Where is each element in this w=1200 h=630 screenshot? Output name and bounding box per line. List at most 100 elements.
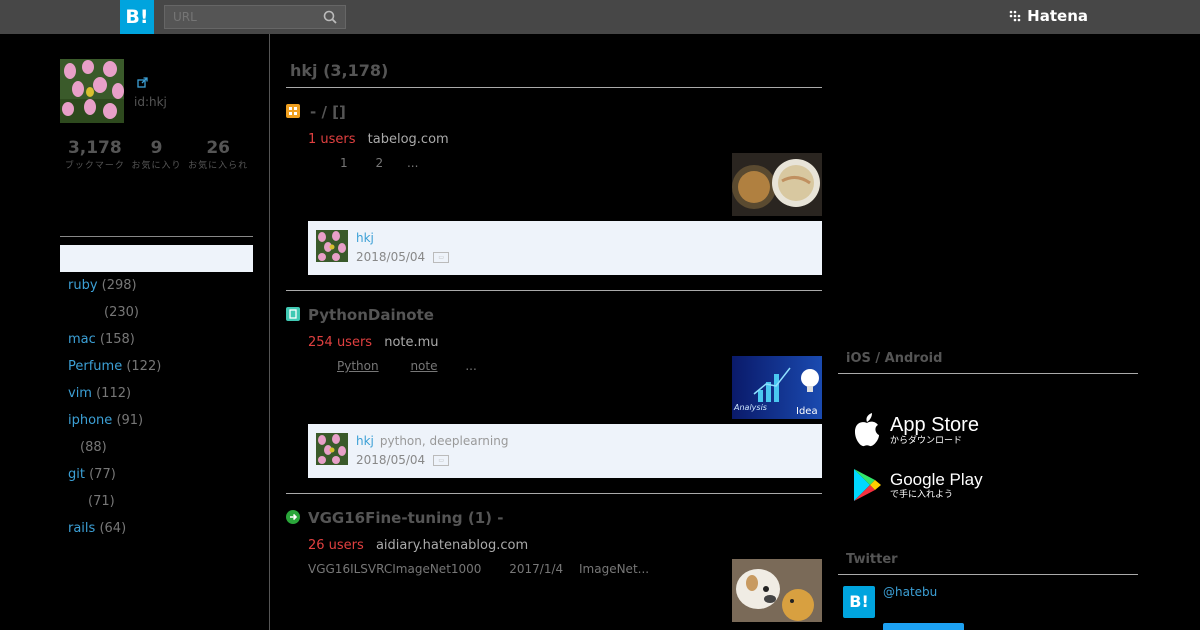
bookmark-image-icon[interactable]: ▭ (433, 454, 450, 466)
entry-users[interactable]: 1 users (308, 132, 356, 147)
stat-value: 26 (206, 138, 231, 158)
entry-title[interactable]: VGG16Fine-tuning (1) - (308, 509, 503, 527)
favicon-icon (286, 104, 300, 118)
entry-divider (286, 493, 822, 494)
desc-text: ... (465, 359, 477, 373)
tag-item[interactable]: rails (64) (68, 520, 161, 547)
user-avatar[interactable] (60, 59, 124, 123)
bookmark-user-link[interactable]: hkj (356, 434, 374, 448)
section-divider (838, 373, 1138, 374)
tag-item[interactable]: git (77) (68, 466, 161, 493)
tag-list: ruby (298) (230) mac (158) Perfume (122)… (68, 277, 161, 547)
entry-title[interactable]: PythonDainote (308, 306, 434, 324)
desc-text: ImageNet1000 (392, 562, 482, 576)
desc-keyword[interactable]: Python (337, 359, 379, 373)
twitter-avatar[interactable]: B! (843, 586, 875, 618)
desc-text: VGG16ILSVRC (308, 562, 393, 576)
stat-favorited-by[interactable]: 26 お気に入られ (187, 138, 249, 171)
search-input[interactable] (173, 10, 313, 24)
entry-meta: 26 users aidiary.hatenablog.com (308, 538, 528, 553)
tag-count: (230) (104, 305, 139, 320)
entry-domain[interactable]: note.mu (384, 335, 438, 350)
page-title: hkj (3,178) (290, 61, 389, 80)
bookmark-comment-box: hkj 2018/05/04 ▭ (308, 221, 822, 275)
tag-item[interactable]: vim (112) (68, 385, 161, 412)
tag-item[interactable]: (230) (68, 304, 161, 331)
hatena-bookmark-logo[interactable]: B! (120, 0, 154, 34)
external-link-icon[interactable] (137, 77, 148, 88)
sidebar-divider (60, 236, 253, 237)
bookmark-date[interactable]: 2018/05/04 (356, 250, 425, 264)
bookmark-user-link[interactable]: hkj (356, 231, 374, 245)
bookmark-user-avatar[interactable] (316, 433, 348, 465)
tag-name[interactable]: Perfume (68, 359, 122, 374)
stat-bookmarks[interactable]: 3,178 ブックマーク (64, 138, 126, 171)
desc-keyword[interactable]: note (410, 359, 437, 373)
tag-name[interactable]: mac (68, 332, 96, 347)
section-divider (838, 574, 1138, 575)
entry-description: Python note ... (337, 359, 477, 373)
hatena-brand-link[interactable]: Hatena (1009, 7, 1088, 25)
tag-count: (71) (88, 494, 115, 509)
tag-name[interactable]: vim (68, 386, 92, 401)
search-icon[interactable] (323, 10, 337, 24)
tag-list-header (60, 245, 253, 272)
google-play-sub: で手に入れよう (890, 489, 954, 500)
google-play-badge[interactable]: Google Play で手に入れよう (852, 468, 983, 502)
brand-name: Hatena (1027, 7, 1088, 25)
user-id: id:hkj (134, 95, 167, 109)
tag-name[interactable]: git (68, 467, 85, 482)
entry-thumbnail[interactable] (732, 559, 822, 622)
bookmark-date-row: 2018/05/04 ▭ (356, 250, 450, 264)
entry-domain[interactable]: tabelog.com (368, 132, 449, 147)
tag-count: (158) (99, 332, 135, 347)
tag-count: (91) (116, 413, 144, 428)
entry-thumbnail[interactable]: Analysis Idea (732, 356, 822, 419)
apps-section-title: iOS / Android (846, 351, 943, 366)
profile-stats: 3,178 ブックマーク 9 お気に入り 26 お気に入られ (60, 138, 253, 171)
thumb-text: Idea (796, 406, 818, 417)
sidebar: id:hkj 3,178 ブックマーク 9 お気に入り 26 お気に入られ ru… (0, 34, 270, 630)
bookmark-image-icon[interactable]: ▭ (433, 251, 450, 263)
bookmark-comment-box: hkj python, deeplearning 2018/05/04 ▭ (308, 424, 822, 478)
apple-icon (855, 413, 879, 447)
entry-divider (286, 290, 822, 291)
entry-title[interactable]: - / [] (310, 103, 346, 121)
bookmark-date-row: 2018/05/04 ▭ (356, 453, 450, 467)
bookmark-user-avatar[interactable] (316, 230, 348, 262)
tag-item[interactable]: (71) (68, 493, 161, 520)
tag-name[interactable]: iphone (68, 413, 112, 428)
tag-name[interactable]: rails (68, 521, 95, 536)
favicon-icon (286, 307, 300, 321)
entry-description: 1 2 ... (340, 156, 418, 170)
google-play-name: Google Play (890, 469, 983, 489)
entry-users[interactable]: 26 users (308, 538, 364, 553)
app-store-badge[interactable]: App Store からダウンロード (852, 413, 979, 447)
bookmark-user: hkj python, deeplearning (356, 434, 508, 448)
tag-item[interactable]: Perfume (122) (68, 358, 161, 385)
entry-thumbnail[interactable] (732, 153, 822, 216)
hatena-dots-icon (1009, 10, 1021, 22)
desc-text: 2 (375, 156, 384, 170)
stat-label: ブックマーク (64, 161, 125, 171)
search-box[interactable] (164, 5, 346, 29)
bookmark-date[interactable]: 2018/05/04 (356, 453, 425, 467)
twitter-follow-button[interactable] (883, 623, 964, 630)
tag-item[interactable]: ruby (298) (68, 277, 161, 304)
twitter-handle[interactable]: @hatebu (883, 585, 937, 599)
tag-count: (88) (80, 440, 107, 455)
tag-item[interactable]: mac (158) (68, 331, 161, 358)
tag-count: (298) (101, 278, 137, 293)
stat-value: 9 (150, 138, 163, 158)
stat-value: 3,178 (67, 138, 122, 158)
tag-item[interactable]: (88) (68, 439, 161, 466)
desc-text: 2017/1/4 (509, 562, 564, 576)
tag-item[interactable]: iphone (91) (68, 412, 161, 439)
top-bar: B! Hatena (0, 0, 1200, 34)
entry-domain[interactable]: aidiary.hatenablog.com (376, 538, 528, 553)
tag-name[interactable]: ruby (68, 278, 98, 293)
desc-text: 1 (340, 156, 348, 170)
stat-favorites[interactable]: 9 お気に入り (126, 138, 188, 171)
entry-meta: 1 users tabelog.com (308, 132, 449, 147)
entry-users[interactable]: 254 users (308, 335, 372, 350)
